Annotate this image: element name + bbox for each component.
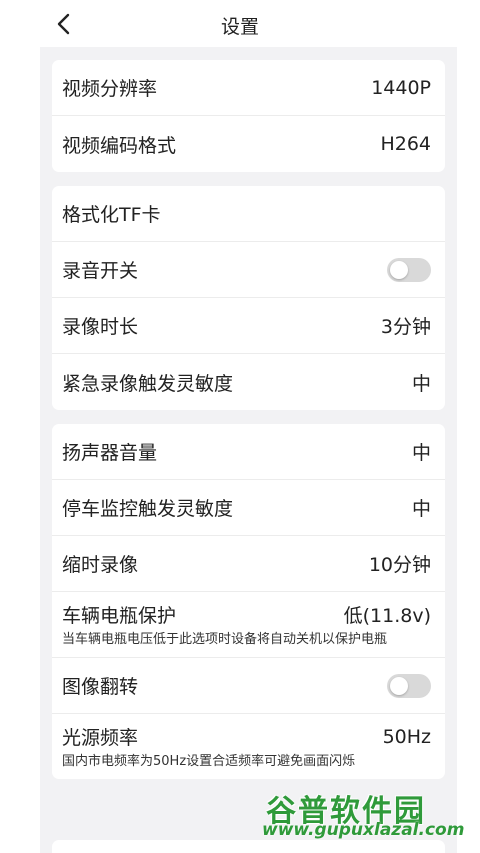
- setting-description: 当车辆电瓶电压低于此选项时设备将自动关机以保护电瓶: [62, 632, 388, 647]
- setting-value: 50Hz: [382, 725, 431, 748]
- setting-value: 中: [411, 372, 431, 395]
- setting-speaker-volume[interactable]: 扬声器音量 中: [52, 424, 445, 480]
- setting-recording-duration[interactable]: 录像时长 3分钟: [52, 298, 445, 354]
- setting-video-resolution[interactable]: 视频分辨率 1440P: [52, 60, 445, 116]
- settings-card-video: 视频分辨率 1440P 视频编码格式 H264: [52, 60, 445, 172]
- setting-label: 录音开关: [62, 260, 139, 282]
- setting-value: 中: [411, 498, 431, 520]
- setting-value: 1440P: [371, 76, 431, 99]
- image-flip-toggle[interactable]: [387, 673, 431, 698]
- setting-label: 紧急录像触发灵敏度: [62, 372, 234, 395]
- settings-card-recording: 格式化TF卡 录音开关 录像时长 3分钟 紧急录像触发灵敏度 中: [52, 186, 445, 410]
- setting-description: 国内市电频率为50Hz设置合适频率可避免画面闪烁: [62, 754, 356, 769]
- watermark-url: www.gupuxlazal.com: [262, 820, 465, 840]
- setting-audio-recording: 录音开关: [52, 242, 445, 298]
- page-title: 设置: [220, 16, 259, 38]
- setting-value: H264: [380, 133, 431, 155]
- setting-label: 视频分辨率: [62, 78, 158, 100]
- setting-label: 视频编码格式: [62, 134, 177, 157]
- setting-timelapse[interactable]: 缩时录像 10分钟: [52, 536, 445, 592]
- setting-label: 录像时长: [62, 316, 139, 338]
- setting-light-frequency[interactable]: 光源频率 50Hz 国内市电频率为50Hz设置合适频率可避免画面闪烁: [52, 714, 445, 779]
- setting-label: 车辆电瓶保护: [62, 605, 177, 627]
- audio-recording-toggle[interactable]: [387, 257, 431, 282]
- settings-list: 视频分辨率 1440P 视频编码格式 H264 格式化TF卡 录音开关 录像时长…: [40, 47, 457, 853]
- setting-parking-sensitivity[interactable]: 停车监控触发灵敏度 中: [52, 480, 445, 536]
- setting-label: 光源频率: [62, 727, 139, 749]
- setting-label: 停车监控触发灵敏度: [62, 498, 234, 520]
- setting-value: 3分钟: [380, 316, 431, 338]
- watermark-logo: 谷普软件园 www.gupuxlazal.com: [262, 786, 476, 846]
- setting-label: 扬声器音量: [62, 442, 158, 464]
- setting-label: 图像翻转: [62, 676, 139, 698]
- settings-card-device: 扬声器音量 中 停车监控触发灵敏度 中 缩时录像 10分钟 车辆电瓶保护 低(1…: [52, 424, 445, 779]
- setting-battery-protection[interactable]: 车辆电瓶保护 低(11.8v) 当车辆电瓶电压低于此选项时设备将自动关机以保护电…: [52, 592, 445, 658]
- setting-label: 格式化TF卡: [62, 204, 161, 226]
- setting-emergency-sensitivity[interactable]: 紧急录像触发灵敏度 中: [52, 354, 445, 410]
- setting-format-tf-card[interactable]: 格式化TF卡: [52, 186, 445, 242]
- setting-value: 低(11.8v): [343, 605, 431, 627]
- setting-video-codec[interactable]: 视频编码格式 H264: [52, 116, 445, 172]
- setting-image-flip: 图像翻转: [52, 658, 445, 714]
- setting-value: 中: [411, 442, 431, 464]
- setting-value: 10分钟: [368, 554, 431, 576]
- setting-label: 缩时录像: [62, 554, 139, 576]
- top-bar: 设置: [0, 0, 480, 47]
